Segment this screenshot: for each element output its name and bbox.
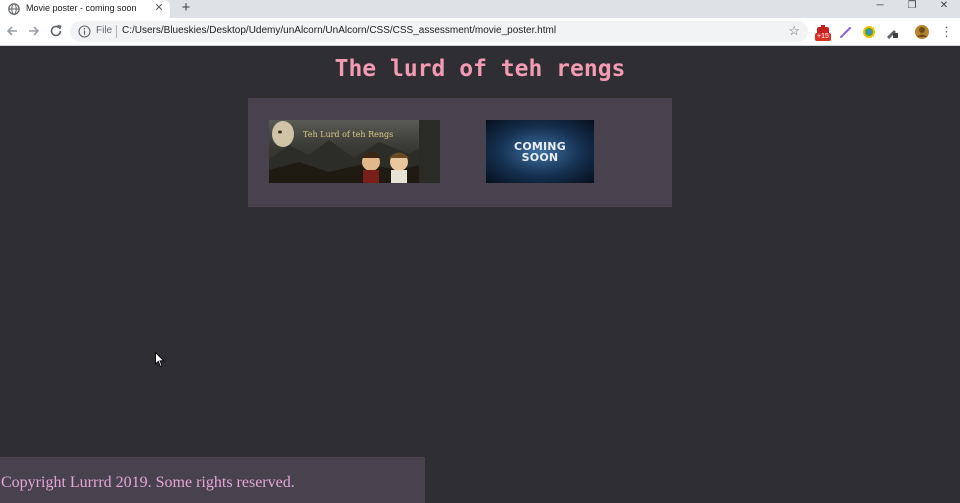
tab-strip: Movie poster - coming soon ✕ + ─ ❐ ✕ (0, 0, 960, 18)
url-text[interactable]: C:/Users/Blueskies/Desktop/Udemy/unAlcor… (122, 25, 556, 36)
web-page: The lurd of teh rengs Teh Lurd of teh Re… (0, 46, 960, 503)
movie-poster-image[interactable]: Teh Lurd of teh Rengs (269, 120, 440, 183)
close-window-button[interactable]: ✕ (932, 0, 956, 14)
mouse-cursor-icon (155, 352, 165, 368)
browser-tab[interactable]: Movie poster - coming soon ✕ (0, 0, 170, 18)
scheme-label: File (96, 25, 113, 36)
extension-circle-icon[interactable] (861, 24, 877, 40)
extension-pen-icon[interactable] (838, 24, 854, 40)
poster-caption: Teh Lurd of teh Rengs (303, 130, 394, 139)
globe-icon (8, 3, 20, 15)
info-icon[interactable] (78, 25, 91, 38)
copyright-text: Copyright Lurrrd 2019. Some rights reser… (1, 474, 295, 491)
tab-title: Movie poster - coming soon (26, 3, 137, 13)
browser-toolbar: File C:/Users/Blueskies/Desktop/Udemy/un… (0, 18, 960, 46)
browser-menu-icon[interactable]: ⋮ (940, 24, 953, 40)
forward-arrow-icon[interactable] (26, 23, 42, 39)
page-footer: Copyright Lurrrd 2019. Some rights reser… (0, 457, 425, 503)
browser-window: Movie poster - coming soon ✕ + ─ ❐ ✕ Fil… (0, 0, 960, 503)
poster-panel: Teh Lurd of teh Rengs COMING SOON (248, 98, 672, 207)
reload-icon[interactable] (48, 23, 64, 39)
address-separator (116, 25, 117, 38)
bookmark-star-icon[interactable]: ☆ (788, 23, 800, 39)
coming-soon-poster[interactable]: COMING SOON (486, 120, 594, 183)
restore-button[interactable]: ❐ (900, 0, 924, 14)
extension-badge: +15 (815, 33, 831, 41)
back-arrow-icon[interactable] (4, 23, 20, 39)
tab-close-icon[interactable]: ✕ (152, 1, 166, 15)
new-tab-button[interactable]: + (178, 0, 194, 16)
page-title: The lurd of teh rengs (334, 56, 626, 82)
coming-soon-line2: SOON (521, 151, 559, 164)
profile-avatar-icon[interactable] (914, 24, 930, 40)
extension-puzzle-icon[interactable] (884, 24, 900, 40)
address-bar[interactable]: File C:/Users/Blueskies/Desktop/Udemy/un… (70, 21, 808, 42)
minimize-button[interactable]: ─ (868, 0, 892, 14)
